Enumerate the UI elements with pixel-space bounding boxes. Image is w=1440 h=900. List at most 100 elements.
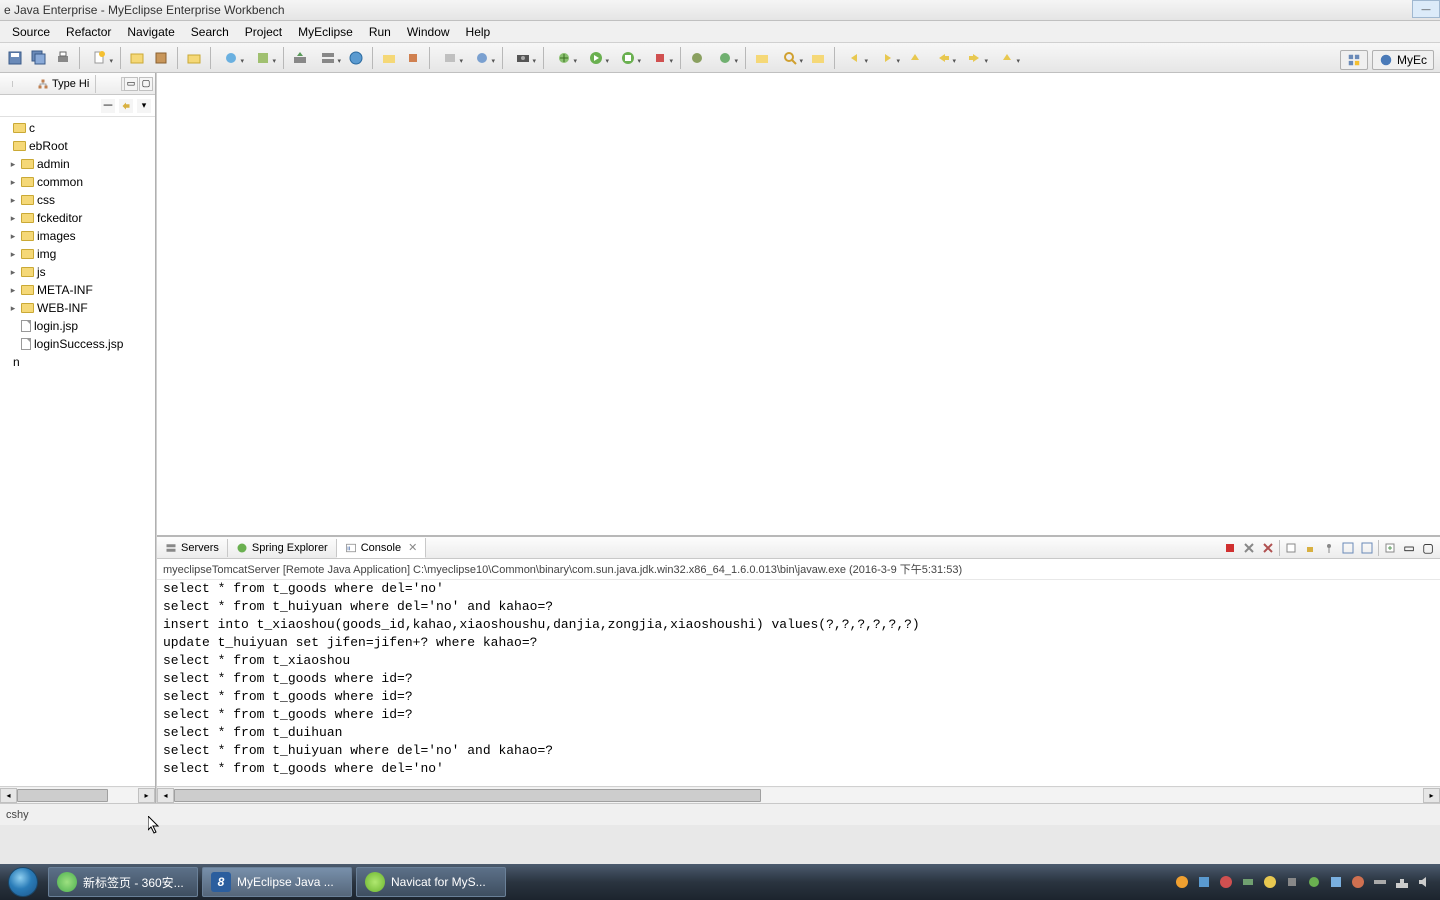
open-button[interactable] (183, 47, 205, 69)
expander-icon[interactable]: ▸ (8, 231, 18, 242)
tree-item[interactable]: ▸WEB-INF (0, 299, 155, 317)
search-button[interactable] (775, 47, 805, 69)
menu-search[interactable]: Search (183, 23, 237, 41)
start-button[interactable] (0, 864, 46, 900)
server-button[interactable] (313, 47, 343, 69)
nav-next-button[interactable] (872, 47, 902, 69)
tool-d[interactable] (435, 47, 465, 69)
scroll-lock-button[interactable] (1302, 540, 1318, 556)
close-tab-icon[interactable]: ✕ (408, 541, 417, 554)
tree-item[interactable]: ▸css (0, 191, 155, 209)
link-editor-button[interactable] (119, 99, 133, 113)
tree-item[interactable]: ebRoot (0, 137, 155, 155)
tool-a[interactable] (216, 47, 246, 69)
expander-icon[interactable]: ▸ (8, 285, 18, 296)
maximize-panel-button[interactable]: ▢ (1420, 540, 1436, 556)
tab-servers[interactable]: Servers (157, 539, 228, 557)
tray-icon[interactable] (1284, 874, 1300, 890)
nav-prev-button[interactable] (840, 47, 870, 69)
new-package-button[interactable] (710, 47, 740, 69)
tree-item[interactable]: ▸js (0, 263, 155, 281)
maximize-view-button[interactable]: ▢ (139, 77, 153, 91)
console-output[interactable]: select * from t_goods where del='no' sel… (157, 580, 1440, 786)
menu-window[interactable]: Window (399, 23, 458, 41)
open-resource-button[interactable] (807, 47, 829, 69)
minimize-panel-button[interactable]: ▭ (1401, 540, 1417, 556)
tree-item[interactable]: ▸common (0, 173, 155, 191)
myeclipse-perspective-button[interactable]: MyEc (1372, 50, 1434, 70)
tray-icon[interactable] (1372, 874, 1388, 890)
tray-icon[interactable] (1306, 874, 1322, 890)
tray-icon[interactable] (1196, 874, 1212, 890)
taskbar-item-browser[interactable]: 新标签页 - 360安... (48, 867, 198, 897)
package-button[interactable] (150, 47, 172, 69)
tray-icon[interactable] (1240, 874, 1256, 890)
terminate-button[interactable] (1222, 540, 1238, 556)
browser-button[interactable] (345, 47, 367, 69)
tree-item[interactable]: ▸images (0, 227, 155, 245)
menu-project[interactable]: Project (237, 23, 290, 41)
tab-type-hierarchy[interactable]: Type Hi (31, 75, 96, 93)
save-all-button[interactable] (28, 47, 50, 69)
tree-item[interactable]: n (0, 353, 155, 371)
taskbar-item-navicat[interactable]: Navicat for MyS... (356, 867, 506, 897)
expander-icon[interactable]: ▸ (8, 195, 18, 206)
tool-c[interactable] (402, 47, 424, 69)
nav-up-button[interactable] (904, 47, 926, 69)
tree-item[interactable]: ▸img (0, 245, 155, 263)
network-icon[interactable] (1394, 874, 1410, 890)
new-button[interactable] (85, 47, 115, 69)
open-perspective-button[interactable] (1340, 50, 1368, 70)
tool-e[interactable] (467, 47, 497, 69)
forward-button[interactable] (960, 47, 990, 69)
tab-spring-explorer[interactable]: Spring Explorer (228, 539, 337, 557)
expander-icon[interactable]: ▸ (8, 267, 18, 278)
new-project-button[interactable] (126, 47, 148, 69)
collapse-all-button[interactable] (101, 99, 115, 113)
project-tree[interactable]: cebRoot▸admin▸common▸css▸fckeditor▸image… (0, 117, 155, 786)
run-last-button[interactable] (613, 47, 643, 69)
new-console-button[interactable] (1382, 540, 1398, 556)
remove-terminated-button[interactable] (1241, 540, 1257, 556)
menu-navigate[interactable]: Navigate (119, 23, 182, 41)
last-edit-button[interactable] (992, 47, 1022, 69)
tab-console[interactable]: Console ✕ (337, 538, 427, 558)
menu-help[interactable]: Help (458, 23, 499, 41)
expander-icon[interactable]: ▸ (8, 213, 18, 224)
sidebar-hscroll[interactable]: ◂ ▸ (0, 786, 155, 803)
scroll-right-button[interactable]: ▸ (138, 788, 155, 803)
folder-button[interactable] (378, 47, 400, 69)
volume-icon[interactable] (1416, 874, 1432, 890)
external-tools-button[interactable] (645, 47, 675, 69)
menu-refactor[interactable]: Refactor (58, 23, 119, 41)
open-type-button[interactable] (751, 47, 773, 69)
pin-console-button[interactable] (1321, 540, 1337, 556)
tool-b[interactable] (248, 47, 278, 69)
menu-source[interactable]: Source (4, 23, 58, 41)
scroll-left-button[interactable]: ◂ (0, 788, 17, 803)
minimize-button[interactable]: — (1412, 0, 1440, 18)
clear-console-button[interactable] (1283, 540, 1299, 556)
tree-item[interactable]: login.jsp (0, 317, 155, 335)
new-class-button[interactable] (686, 47, 708, 69)
tray-icon[interactable] (1218, 874, 1234, 890)
debug-button[interactable] (549, 47, 579, 69)
deploy-button[interactable] (289, 47, 311, 69)
tree-item[interactable]: loginSuccess.jsp (0, 335, 155, 353)
menu-myeclipse[interactable]: MyEclipse (290, 23, 361, 41)
open-console-button[interactable] (1359, 540, 1375, 556)
tab-unknown[interactable]: ✕ (0, 81, 13, 87)
remove-all-button[interactable] (1260, 540, 1276, 556)
scroll-left-button[interactable]: ◂ (157, 788, 174, 803)
tray-icon[interactable] (1262, 874, 1278, 890)
tree-item[interactable]: ▸META-INF (0, 281, 155, 299)
minimize-view-button[interactable]: ▭ (124, 77, 138, 91)
scroll-right-button[interactable]: ▸ (1423, 788, 1440, 803)
back-button[interactable] (928, 47, 958, 69)
tray-icon[interactable] (1174, 874, 1190, 890)
view-menu-button[interactable]: ▾ (137, 99, 151, 113)
expander-icon[interactable]: ▸ (8, 177, 18, 188)
console-hscroll[interactable]: ◂ ▸ (157, 786, 1440, 803)
expander-icon[interactable]: ▸ (8, 303, 18, 314)
expander-icon[interactable]: ▸ (8, 159, 18, 170)
